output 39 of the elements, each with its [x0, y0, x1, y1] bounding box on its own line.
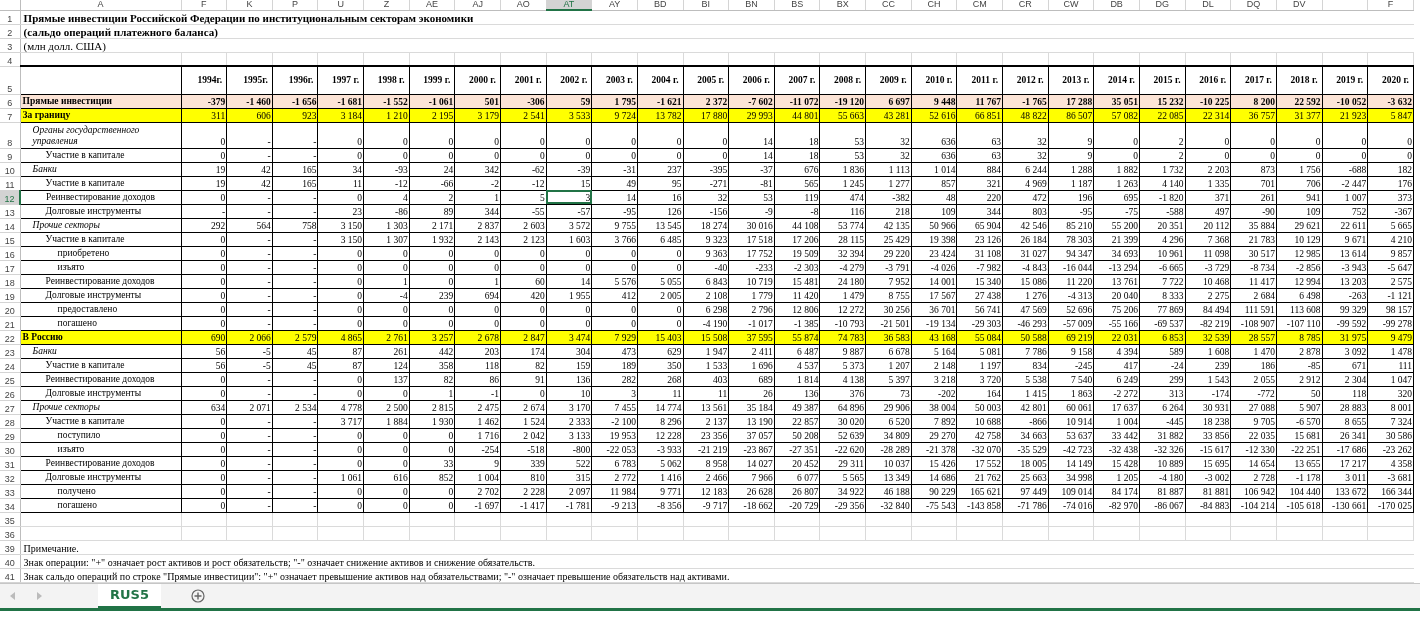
column-header[interactable]: CW: [1048, 0, 1094, 10]
column-header[interactable]: [1322, 0, 1368, 10]
column-header[interactable]: A: [20, 0, 181, 10]
column-header[interactable]: Z: [363, 0, 410, 10]
column-header[interactable]: F: [181, 0, 227, 10]
note-text: Знак операции: "+" означает рост активов и рост обязательств; "-" означает снижение активов и снижение обязательств.: [20, 554, 1414, 568]
row-header[interactable]: 5: [0, 66, 21, 94]
column-header[interactable]: AE: [409, 0, 455, 10]
column-header[interactable]: CM: [956, 0, 1003, 10]
sheet-tab[interactable]: RUS5: [98, 583, 161, 608]
column-header[interactable]: AO: [500, 0, 547, 10]
column-header[interactable]: CR: [1002, 0, 1049, 10]
sheet-title: Прямые инвестиции Российской Федерации по институциональным секторам экономики: [20, 10, 1414, 24]
column-header[interactable]: P: [272, 0, 318, 10]
column-header[interactable]: DQ: [1230, 0, 1277, 10]
column-header[interactable]: BN: [728, 0, 775, 10]
column-header[interactable]: DV: [1276, 0, 1322, 10]
column-header[interactable]: BS: [774, 0, 820, 10]
column-header[interactable]: DL: [1185, 0, 1231, 10]
sheet-title: (сальдо операций платежного баланса): [20, 24, 1414, 38]
note-text: Знак сальдо операций по строке "Прямые инвестиции": "+" означает превышение активов над обязательствами; "-" означает превышение обязательств над активами.: [20, 568, 1414, 582]
column-header[interactable]: DB: [1093, 0, 1140, 10]
row-header[interactable]: 8: [0, 122, 21, 148]
table-cell: 3: [546, 190, 592, 204]
column-header[interactable]: K: [226, 0, 273, 10]
row-label: Органы государственного управления: [20, 122, 181, 148]
column-header[interactable]: AJ: [454, 0, 501, 10]
sheet-title: (млн долл. США): [20, 38, 1414, 52]
column-header[interactable]: BD: [637, 0, 684, 10]
column-header[interactable]: AY: [591, 0, 638, 10]
column-header[interactable]: U: [317, 0, 364, 10]
note-text: Примечание.: [20, 540, 1414, 554]
column-header[interactable]: AT: [546, 0, 592, 10]
column-header[interactable]: CC: [865, 0, 912, 10]
column-header[interactable]: DG: [1139, 0, 1186, 10]
column-header[interactable]: BX: [819, 0, 866, 10]
column-header[interactable]: F: [1367, 0, 1414, 10]
column-header[interactable]: CH: [911, 0, 957, 10]
column-header[interactable]: BI: [683, 0, 729, 10]
